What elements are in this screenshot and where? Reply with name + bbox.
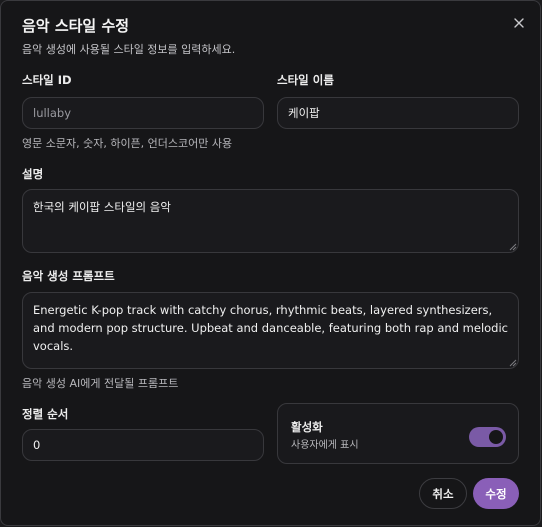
dialog-title: 음악 스타일 수정 [22,17,130,35]
sort-order-input[interactable] [22,429,264,461]
toggle-knob [489,430,503,444]
submit-button[interactable]: 수정 [473,478,519,509]
dialog-subtitle: 음악 생성에 사용될 스타일 정보를 입력하세요. [22,43,236,56]
style-id-hint: 영문 소문자, 숫자, 하이픈, 언더스코어만 사용 [22,137,233,150]
active-toggle[interactable] [469,427,506,447]
sort-order-label: 정렬 순서 [22,407,69,421]
active-label: 활성화 [291,420,323,434]
edit-style-dialog: 음악 스타일 수정 음악 생성에 사용될 스타일 정보를 입력하세요. 스타일 … [0,0,541,526]
active-hint: 사용자에게 표시 [291,440,359,451]
style-name-label: 스타일 이름 [277,73,334,87]
prompt-label: 음악 생성 프롬프트 [22,269,115,283]
style-id-input[interactable] [22,97,264,129]
prompt-textarea[interactable]: Energetic K-pop track with catchy chorus… [22,292,519,369]
cancel-button[interactable]: 취소 [419,478,467,509]
style-id-label: 스타일 ID [22,73,72,87]
close-button[interactable] [509,13,529,33]
description-textarea[interactable]: 한국의 케이팝 스타일의 음악 [22,189,519,253]
close-icon [514,18,524,28]
style-name-input[interactable] [277,97,519,129]
prompt-hint: 음악 생성 AI에게 전달될 프롬프트 [22,377,179,390]
description-label: 설명 [22,167,44,181]
